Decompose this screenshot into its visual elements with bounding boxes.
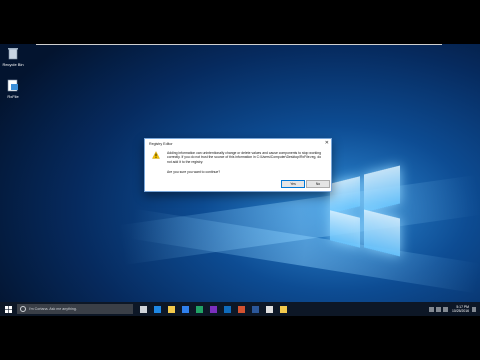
- task-view-taskbar-button[interactable]: [138, 304, 149, 315]
- onenote-icon: [210, 305, 217, 313]
- clock[interactable]: 5:17 PM 10/25/2016: [452, 305, 469, 313]
- network-icon[interactable]: [436, 306, 442, 312]
- onenote-taskbar-button[interactable]: [208, 304, 219, 315]
- letterbox-top: [0, 0, 480, 44]
- yes-button[interactable]: Yes: [281, 180, 305, 188]
- desktop-icon-rxfile[interactable]: RxFile: [0, 78, 26, 99]
- taskbar: I'm Cortana. Ask me anything.: [0, 302, 480, 316]
- edge-icon: [154, 305, 161, 313]
- outlook-icon: [224, 305, 231, 313]
- registry-warning-icon: [280, 305, 287, 313]
- desktop-icon-label: Recycle Bin: [2, 62, 24, 67]
- divider: [36, 44, 442, 45]
- notifications-icon[interactable]: [472, 306, 476, 312]
- app-taskbar-button[interactable]: [264, 304, 275, 315]
- app-icon: [266, 305, 273, 313]
- registry-file-icon: [6, 78, 20, 92]
- store-icon: [182, 305, 189, 313]
- close-button[interactable]: ✕: [325, 140, 329, 146]
- outlook-taskbar-button[interactable]: [222, 304, 233, 315]
- desktop-icon-label: RxFile: [7, 94, 19, 99]
- powerpoint-icon: [238, 305, 245, 313]
- word-taskbar-button[interactable]: [250, 304, 261, 315]
- file-explorer-icon: [168, 305, 175, 313]
- letterbox-bottom: [0, 316, 480, 360]
- taskbar-apps: [138, 304, 289, 315]
- search-placeholder: I'm Cortana. Ask me anything.: [29, 307, 77, 311]
- registry-editor-dialog: Registry Editor ✕ Adding information can…: [144, 138, 332, 192]
- desktop-icon-recycle-bin[interactable]: Recycle Bin: [0, 46, 26, 67]
- volume-icon[interactable]: [443, 306, 449, 312]
- edge-taskbar-button[interactable]: [152, 304, 163, 315]
- store-taskbar-button[interactable]: [180, 304, 191, 315]
- dialog-title: Registry Editor: [149, 142, 173, 146]
- excel-taskbar-button[interactable]: [194, 304, 205, 315]
- dialog-message: Adding information can unintentionally c…: [167, 151, 322, 164]
- cortana-search-box[interactable]: I'm Cortana. Ask me anything.: [17, 304, 133, 314]
- excel-icon: [196, 305, 203, 313]
- powerpoint-taskbar-button[interactable]: [236, 304, 247, 315]
- task-view-icon: [140, 305, 147, 313]
- no-button[interactable]: No: [306, 180, 330, 188]
- clock-date: 10/25/2016: [452, 309, 469, 313]
- chevron-up-icon[interactable]: [429, 306, 435, 312]
- file-explorer-taskbar-button[interactable]: [166, 304, 177, 315]
- word-icon: [252, 305, 259, 313]
- start-button[interactable]: [0, 302, 16, 316]
- recycle-bin-icon: [6, 46, 20, 60]
- warning-icon: [152, 151, 160, 159]
- system-tray: 5:17 PM 10/25/2016: [427, 302, 476, 316]
- registry-warning-taskbar-button[interactable]: [278, 304, 289, 315]
- dialog-question: Are you sure you want to continue?: [167, 170, 221, 174]
- windows-logo-icon: [4, 305, 12, 313]
- cortana-icon: [20, 306, 26, 312]
